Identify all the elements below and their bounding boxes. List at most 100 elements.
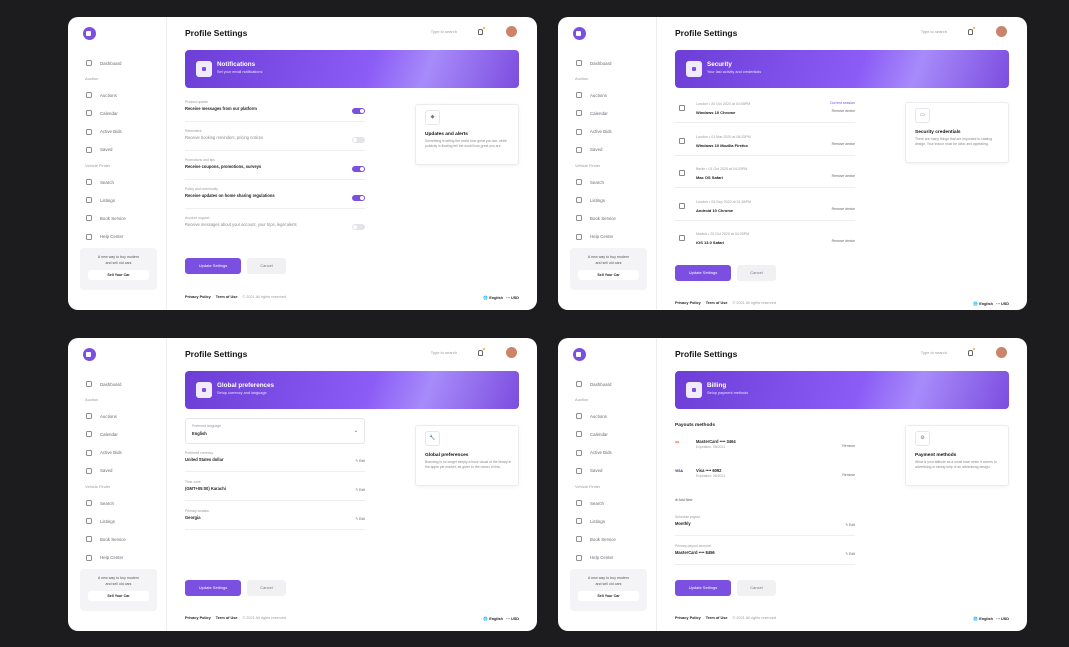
- sidebar-item-dashboard[interactable]: Dashboard: [576, 375, 651, 393]
- language-selector[interactable]: English: [489, 617, 503, 621]
- sidebar-item-auctions[interactable]: Auctions: [576, 86, 651, 104]
- sidebar-item-label: Listings: [100, 518, 115, 524]
- sidebar-item-active-bids[interactable]: Active Bids: [86, 444, 161, 462]
- sidebar-item-dashboard[interactable]: Dashboard: [86, 375, 161, 393]
- update-settings-button[interactable]: Update Settings: [185, 258, 241, 274]
- sidebar-item-calendar[interactable]: Calendar: [576, 104, 651, 122]
- sidebar-item-dashboard[interactable]: Dashboard: [86, 54, 161, 72]
- sidebar-item-help[interactable]: Help Center: [86, 549, 161, 567]
- sidebar-item-listings[interactable]: Listings: [576, 512, 651, 530]
- logo-icon[interactable]: [573, 348, 586, 361]
- remove-device-button[interactable]: Remove device: [832, 174, 855, 178]
- search-input[interactable]: Type to search: [431, 29, 457, 34]
- logo-icon[interactable]: [83, 348, 96, 361]
- remove-card-button[interactable]: Remove: [842, 473, 855, 477]
- language-selector[interactable]: English: [979, 617, 993, 621]
- sidebar-item-active-bids[interactable]: Active Bids: [576, 444, 651, 462]
- edit-button[interactable]: ✎ Edit: [845, 552, 855, 556]
- privacy-link[interactable]: Privacy Policy: [185, 295, 211, 299]
- privacy-link[interactable]: Privacy Policy: [675, 301, 701, 305]
- sidebar-item-help[interactable]: Help Center: [576, 228, 651, 246]
- sidebar-item-calendar[interactable]: Calendar: [86, 104, 161, 122]
- add-new-button[interactable]: ⊕ Add New: [675, 498, 692, 502]
- terms-link[interactable]: Term of Use: [216, 616, 238, 620]
- cancel-button[interactable]: Cancel: [737, 580, 776, 596]
- avatar[interactable]: [506, 347, 517, 358]
- sidebar-item-listings[interactable]: Listings: [86, 191, 161, 209]
- sidebar-item-listings[interactable]: Listings: [86, 512, 161, 530]
- privacy-link[interactable]: Privacy Policy: [675, 616, 701, 620]
- language-select[interactable]: Preferred language English ⌄: [185, 418, 365, 444]
- remove-device-button[interactable]: Remove device: [832, 142, 855, 146]
- currency-selector[interactable]: USD: [511, 617, 519, 621]
- logo-icon[interactable]: [83, 27, 96, 40]
- currency-selector[interactable]: USD: [1001, 617, 1009, 621]
- cancel-button[interactable]: Cancel: [247, 580, 286, 596]
- edit-button[interactable]: ✎ Edit: [845, 523, 855, 527]
- sidebar-item-active-bids[interactable]: Active Bids: [576, 123, 651, 141]
- sell-car-button[interactable]: Sell Your Car: [88, 591, 149, 602]
- sidebar-item-saved[interactable]: Saved: [86, 462, 161, 480]
- avatar[interactable]: [996, 26, 1007, 37]
- sidebar-item-book-service[interactable]: Book Service: [86, 209, 161, 227]
- sidebar-item-auctions[interactable]: Auctions: [86, 86, 161, 104]
- sidebar-item-search[interactable]: Search: [576, 494, 651, 512]
- bell-icon[interactable]: [478, 27, 485, 35]
- search-input[interactable]: Type to search: [921, 350, 947, 355]
- remove-device-button[interactable]: Remove device: [832, 207, 855, 211]
- update-settings-button[interactable]: Update Settings: [675, 580, 731, 596]
- avatar[interactable]: [506, 26, 517, 37]
- remove-device-button[interactable]: Remove device: [832, 239, 855, 243]
- language-selector[interactable]: English: [979, 302, 993, 306]
- sidebar-item-help[interactable]: Help Center: [86, 228, 161, 246]
- toggle-switch[interactable]: [352, 137, 365, 143]
- edit-button[interactable]: ✎ Edit: [355, 488, 365, 492]
- sidebar-item-search[interactable]: Search: [576, 173, 651, 191]
- edit-button[interactable]: ✎ Edit: [355, 459, 365, 463]
- sidebar-item-listings[interactable]: Listings: [576, 191, 651, 209]
- sidebar-item-active-bids[interactable]: Active Bids: [86, 123, 161, 141]
- toggle-switch[interactable]: [352, 195, 365, 201]
- sell-car-button[interactable]: Sell Your Car: [88, 270, 149, 281]
- sidebar-item-book-service[interactable]: Book Service: [576, 209, 651, 227]
- terms-link[interactable]: Term of Use: [706, 301, 728, 305]
- sidebar-item-saved[interactable]: Saved: [576, 141, 651, 159]
- sell-car-button[interactable]: Sell Your Car: [578, 591, 639, 602]
- remove-card-button[interactable]: Remove: [842, 444, 855, 448]
- sidebar-item-saved[interactable]: Saved: [86, 141, 161, 159]
- toggle-switch[interactable]: [352, 166, 365, 172]
- cancel-button[interactable]: Cancel: [737, 265, 776, 281]
- terms-link[interactable]: Term of Use: [706, 616, 728, 620]
- edit-button[interactable]: ✎ Edit: [355, 517, 365, 521]
- terms-link[interactable]: Term of Use: [216, 295, 238, 299]
- sidebar-item-saved[interactable]: Saved: [576, 462, 651, 480]
- currency-selector[interactable]: USD: [511, 296, 519, 300]
- update-settings-button[interactable]: Update Settings: [675, 265, 731, 281]
- cancel-button[interactable]: Cancel: [247, 258, 286, 274]
- logo-icon[interactable]: [573, 27, 586, 40]
- remove-device-button[interactable]: Remove device: [832, 109, 855, 113]
- sidebar-item-calendar[interactable]: Calendar: [576, 425, 651, 443]
- avatar[interactable]: [996, 347, 1007, 358]
- sidebar-item-help[interactable]: Help Center: [576, 549, 651, 567]
- privacy-link[interactable]: Privacy Policy: [185, 616, 211, 620]
- bell-icon[interactable]: [968, 348, 975, 356]
- toggle-switch[interactable]: [352, 108, 365, 114]
- sell-car-button[interactable]: Sell Your Car: [578, 270, 639, 281]
- sidebar-item-book-service[interactable]: Book Service: [86, 530, 161, 548]
- sidebar-item-auctions[interactable]: Auctions: [86, 407, 161, 425]
- language-selector[interactable]: English: [489, 296, 503, 300]
- sidebar-item-book-service[interactable]: Book Service: [576, 530, 651, 548]
- sidebar-item-auctions[interactable]: Auctions: [576, 407, 651, 425]
- bell-icon[interactable]: [968, 27, 975, 35]
- bell-icon[interactable]: [478, 348, 485, 356]
- currency-selector[interactable]: USD: [1001, 302, 1009, 306]
- sidebar-item-calendar[interactable]: Calendar: [86, 425, 161, 443]
- sidebar-item-search[interactable]: Search: [86, 494, 161, 512]
- sidebar-item-dashboard[interactable]: Dashboard: [576, 54, 651, 72]
- update-settings-button[interactable]: Update Settings: [185, 580, 241, 596]
- search-input[interactable]: Type to search: [921, 29, 947, 34]
- search-input[interactable]: Type to search: [431, 350, 457, 355]
- sidebar-item-search[interactable]: Search: [86, 173, 161, 191]
- toggle-switch[interactable]: [352, 224, 365, 230]
